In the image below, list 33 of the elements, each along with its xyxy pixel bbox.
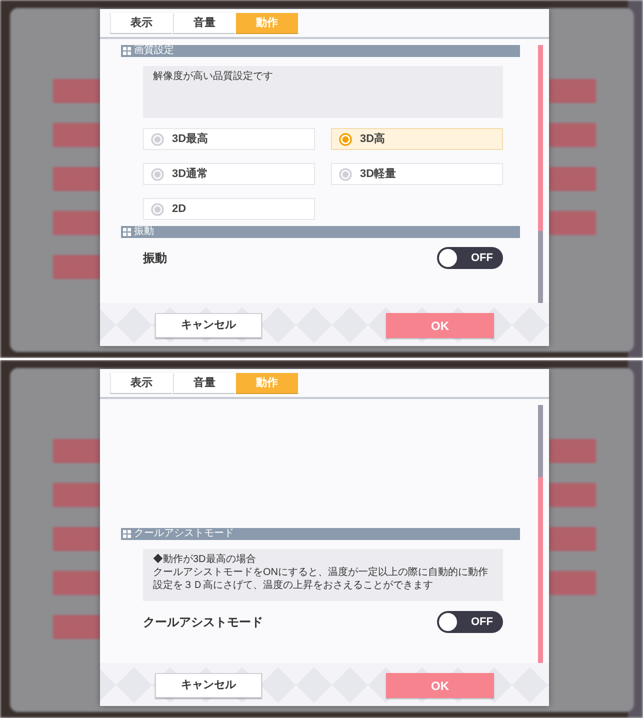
- cancel-button[interactable]: キャンセル: [155, 313, 262, 338]
- radio-icon: [339, 132, 352, 146]
- radio-option[interactable]: 2D: [143, 198, 315, 220]
- tab[interactable]: 音量: [173, 373, 235, 393]
- description-text: クールアシストモードをONにすると、温度が一定以上の際に自動的に動作設定を３Ｄ高にさげて、温度の上昇をおさえることができます: [153, 566, 489, 592]
- radio-option[interactable]: 3D最高: [143, 128, 315, 150]
- scrollbar-thumb[interactable]: [538, 45, 543, 231]
- section-title: 画質設定: [134, 45, 174, 57]
- scrollbar-thumb[interactable]: [538, 477, 543, 663]
- radio-icon: [339, 168, 352, 180]
- cancel-button[interactable]: キャンセル: [155, 673, 262, 698]
- tab[interactable]: 表示: [110, 373, 172, 393]
- toggle-switch[interactable]: OFF: [437, 247, 503, 269]
- radio-icon: [151, 202, 164, 216]
- grid-icon: [123, 47, 131, 55]
- section-title: クールアシストモード: [134, 528, 234, 540]
- radio-option[interactable]: 3D通常: [143, 163, 315, 185]
- radio-icon: [151, 132, 164, 146]
- tab[interactable]: 音量: [173, 13, 235, 33]
- description-text: ◆動作が3D最高の場合: [153, 553, 256, 566]
- setting-label: 振動: [143, 250, 167, 267]
- grid-icon: [123, 228, 131, 236]
- description-text: 解像度が高い品質設定です: [153, 70, 273, 83]
- tab[interactable]: 表示: [110, 13, 172, 33]
- toggle-switch[interactable]: OFF: [437, 611, 503, 633]
- switch-knob-icon: [439, 613, 457, 631]
- section-title: 振動: [134, 226, 154, 238]
- radio-option[interactable]: 3D高: [331, 128, 503, 150]
- radio-icon: [151, 168, 164, 180]
- setting-label: クールアシストモード: [143, 614, 263, 631]
- radio-option[interactable]: 3D軽量: [331, 163, 503, 185]
- switch-knob-icon: [439, 249, 457, 267]
- grid-icon: [123, 530, 131, 538]
